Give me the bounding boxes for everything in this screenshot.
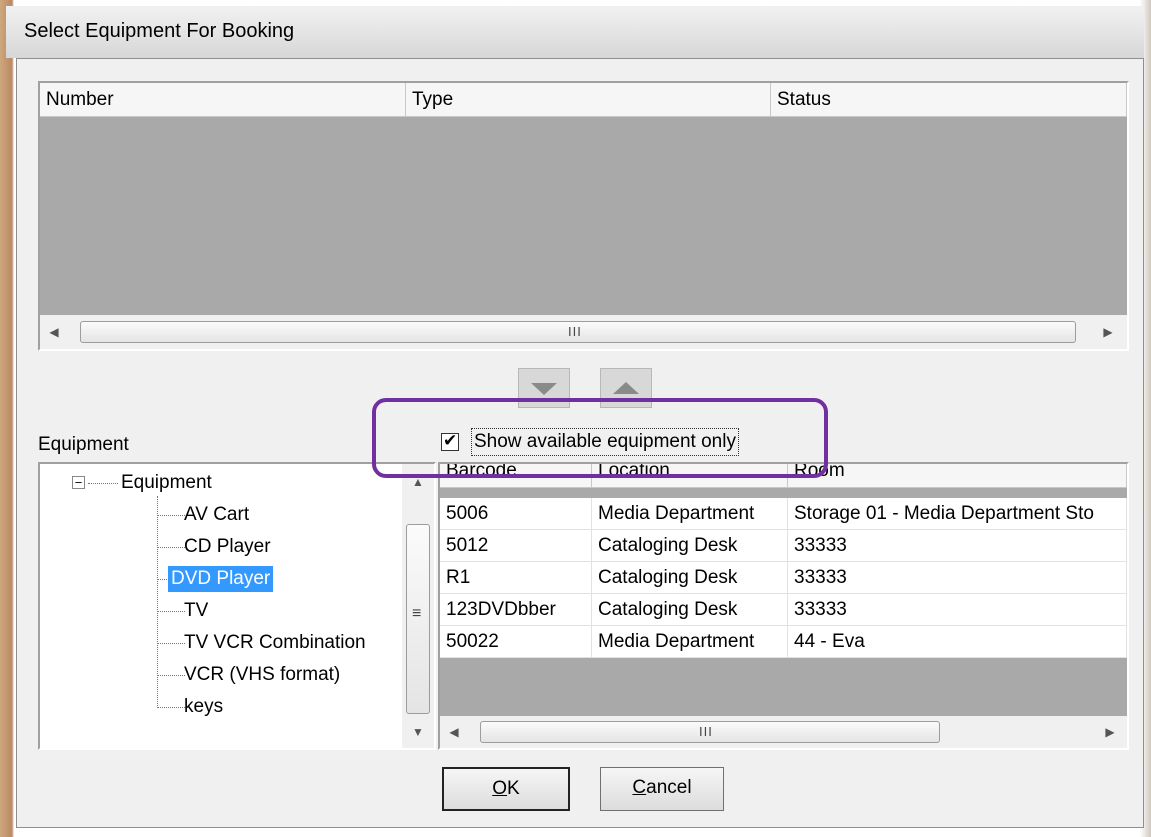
cancel-button[interactable]: Cancel xyxy=(600,767,724,811)
cell-barcode: 50022 xyxy=(440,626,592,658)
cell-room: Storage 01 - Media Department Sto xyxy=(788,498,1127,530)
tree-node-dvd-player[interactable]: DVD Player xyxy=(168,566,274,592)
tree-node-equipment[interactable]: Equipment xyxy=(118,470,215,496)
tree-connector xyxy=(88,483,118,484)
cell-barcode: 123DVDbber xyxy=(440,594,592,626)
tree-node-av-cart[interactable]: AV Cart xyxy=(181,502,252,528)
table-row[interactable]: 5012 Cataloging Desk 33333 xyxy=(440,530,1127,562)
scroll-right-icon[interactable]: ▶ xyxy=(1098,322,1118,342)
equipment-label: Equipment xyxy=(38,434,129,455)
cancel-mnemonic: C xyxy=(632,777,647,798)
cell-location: Cataloging Desk xyxy=(592,530,788,562)
triangle-up-icon xyxy=(613,382,639,394)
column-header-status[interactable]: Status xyxy=(771,83,1127,117)
scroll-grip-icon: III xyxy=(699,724,713,739)
scroll-left-icon[interactable]: ◀ xyxy=(44,322,64,342)
tree-node-keys[interactable]: keys xyxy=(181,694,226,720)
cell-location: Media Department xyxy=(592,626,788,658)
table-row[interactable]: 5006 Media Department Storage 01 - Media… xyxy=(440,498,1127,530)
table-row[interactable]: R1 Cataloging Desk 33333 xyxy=(440,562,1127,594)
available-equipment-table[interactable]: Barcode Location Room 5006 Media Departm… xyxy=(438,462,1129,750)
window-title: Select Equipment For Booking xyxy=(24,20,295,42)
cell-room: 33333 xyxy=(788,562,1127,594)
cell-room: 33333 xyxy=(788,530,1127,562)
ok-label-rest: K xyxy=(507,778,520,799)
cell-location: Media Department xyxy=(592,498,788,530)
cell-location: Cataloging Desk xyxy=(592,594,788,626)
selected-table-empty-area xyxy=(40,117,1127,315)
scroll-grip-icon: III xyxy=(568,324,582,339)
scroll-down-icon[interactable]: ▼ xyxy=(408,722,428,742)
table-row[interactable]: 123DVDbber Cataloging Desk 33333 xyxy=(440,594,1127,626)
selected-table-hscrollbar[interactable]: ◀ III ▶ xyxy=(40,315,1127,349)
cell-room: 33333 xyxy=(788,594,1127,626)
cell-barcode: 5006 xyxy=(440,498,592,530)
triangle-down-icon xyxy=(531,383,557,395)
tree-node-vcr-vhs[interactable]: VCR (VHS format) xyxy=(181,662,343,688)
cell-barcode: 5012 xyxy=(440,530,592,562)
tree-node-tv[interactable]: TV xyxy=(181,598,211,624)
selected-equipment-table[interactable]: Number Type Status ◀ III ▶ xyxy=(38,81,1129,351)
column-header-room[interactable]: Room xyxy=(788,464,1127,488)
cancel-label-rest: ancel xyxy=(646,777,692,798)
column-header-label: Status xyxy=(777,89,831,110)
highlight-annotation xyxy=(372,398,828,478)
cell-barcode: R1 xyxy=(440,562,592,594)
tree-node-cd-player[interactable]: CD Player xyxy=(181,534,274,560)
equipment-tree[interactable]: − Equipment AV Cart CD Player DVD Player… xyxy=(38,462,436,750)
table-row[interactable]: 50022 Media Department 44 - Eva xyxy=(440,626,1127,658)
scroll-left-icon[interactable]: ◀ xyxy=(444,722,464,742)
column-header-number[interactable]: Number xyxy=(40,83,406,117)
scroll-thumb[interactable]: III xyxy=(480,721,940,743)
tree-scroll-thumb[interactable]: ≡ xyxy=(406,524,430,714)
scroll-grip-icon: ≡ xyxy=(412,605,422,622)
cell-room: 44 - Eva xyxy=(788,626,1127,658)
tree-vscrollbar[interactable]: ▲ ≡ ▼ xyxy=(402,464,434,748)
collapse-glyph: − xyxy=(74,475,83,490)
scroll-right-icon[interactable]: ▶ xyxy=(1100,722,1120,742)
column-header-label: Type xyxy=(412,89,454,110)
column-header-type[interactable]: Type xyxy=(406,83,771,117)
scroll-thumb[interactable]: III xyxy=(80,321,1076,343)
ok-button[interactable]: OK xyxy=(442,767,570,811)
ok-mnemonic: O xyxy=(492,778,508,799)
tree-connector xyxy=(157,496,158,708)
tree-node-tv-vcr-combination[interactable]: TV VCR Combination xyxy=(181,630,369,656)
collapse-icon[interactable]: − xyxy=(72,476,85,489)
cell-location: Cataloging Desk xyxy=(592,562,788,594)
available-table-hscrollbar[interactable]: ◀ III ▶ xyxy=(440,716,1127,748)
column-header-label: Number xyxy=(46,89,114,110)
